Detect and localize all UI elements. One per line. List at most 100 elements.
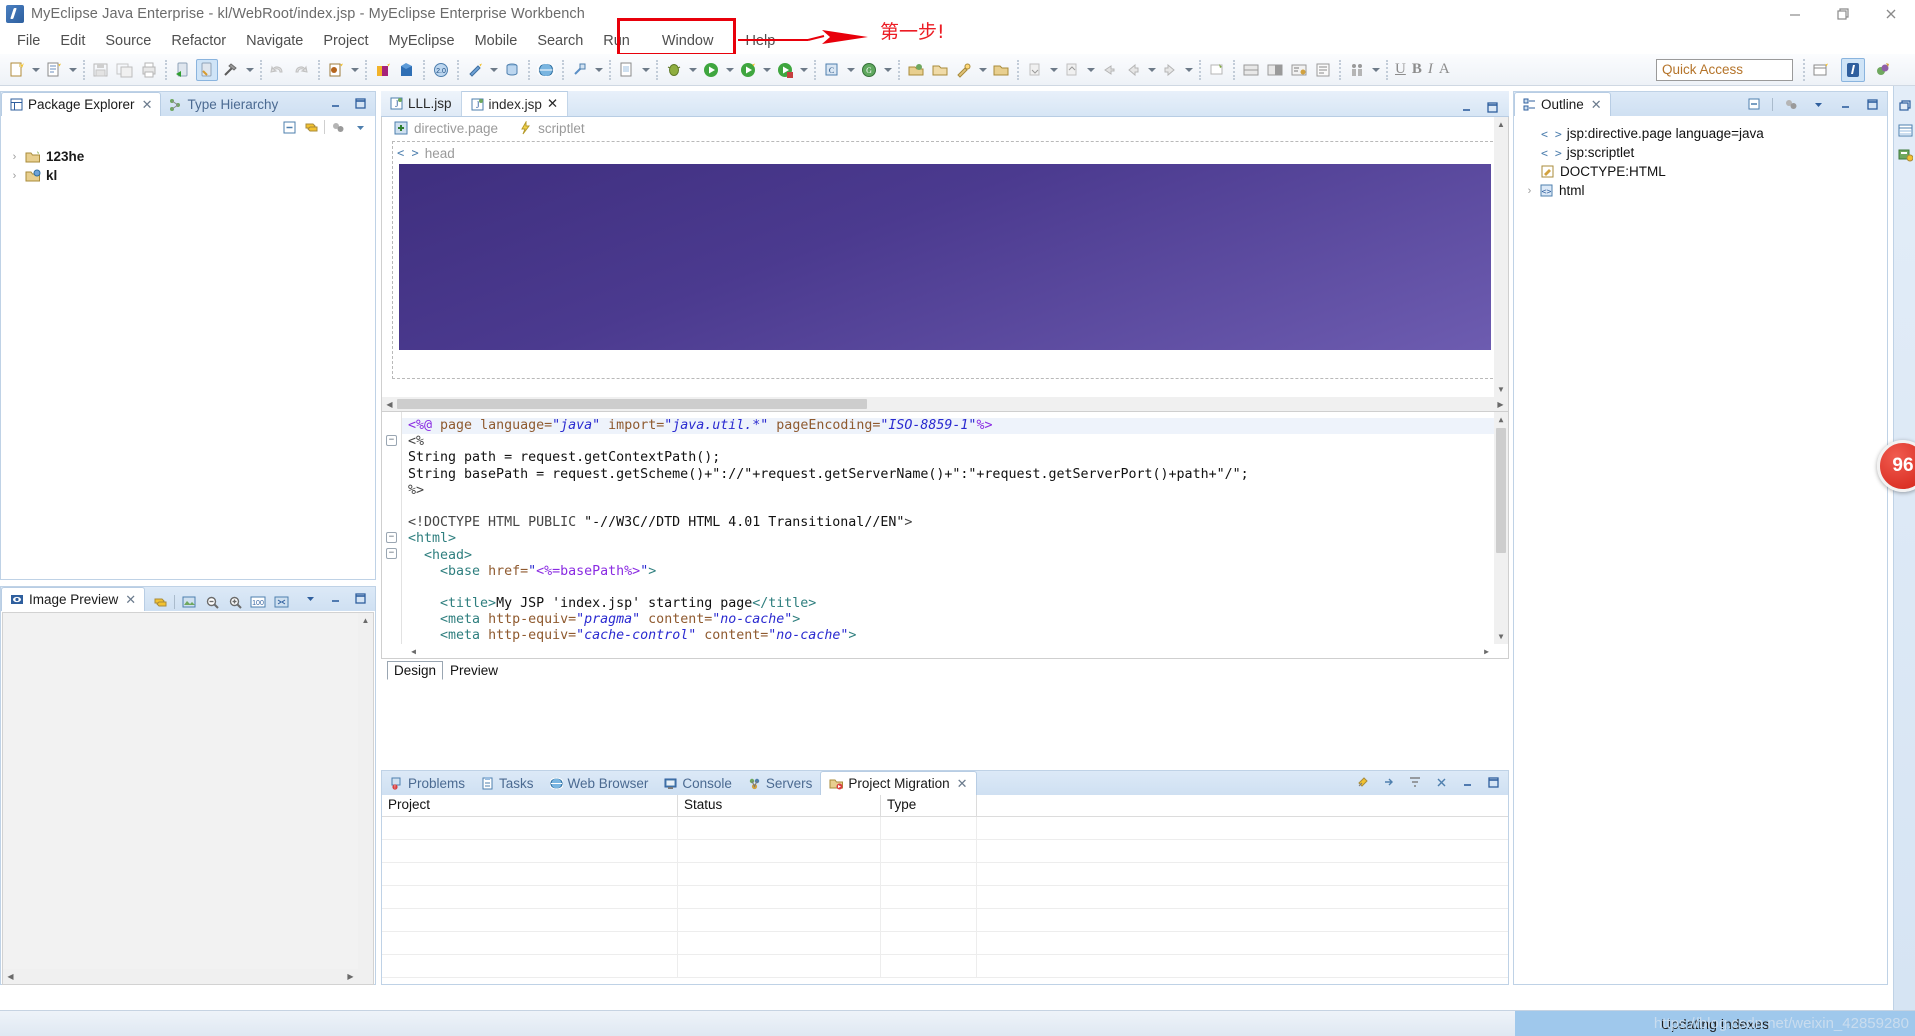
maximize-button[interactable] (351, 589, 369, 607)
view-menu-button[interactable] (351, 118, 369, 136)
open-image-button[interactable] (180, 593, 198, 611)
menu-refactor[interactable]: Refactor (161, 30, 236, 52)
underline-button[interactable]: U (1392, 61, 1409, 78)
tab-project-migration[interactable]: Project Migration ✕ (820, 771, 977, 795)
zoom-in-button[interactable] (226, 593, 244, 611)
package-button[interactable] (396, 59, 418, 81)
next-annotation-dropdown[interactable] (1047, 59, 1060, 81)
minimize-button[interactable] (1836, 95, 1854, 113)
maximize-button[interactable] (1863, 95, 1881, 113)
filters-button[interactable] (1782, 95, 1800, 113)
new-annotation-dropdown[interactable] (881, 59, 894, 81)
tab-console[interactable]: Console (656, 771, 740, 795)
code-line[interactable]: <% (382, 434, 1508, 450)
open-resource-button[interactable] (929, 59, 951, 81)
tab-image-preview[interactable]: Image Preview ✕ (1, 587, 146, 611)
link-with-editor-button[interactable] (302, 118, 320, 136)
run-as-dropdown[interactable] (760, 59, 773, 81)
fold-toggle[interactable]: − (386, 435, 397, 446)
new-wizard-dropdown[interactable] (29, 59, 42, 81)
web-browser-button[interactable] (535, 59, 557, 81)
redo-button[interactable] (291, 59, 313, 81)
table-row[interactable] (382, 840, 1508, 863)
scroll-thumb[interactable] (1496, 428, 1506, 553)
link-with-editor-button[interactable] (151, 593, 169, 611)
scroll-thumb[interactable] (397, 399, 867, 409)
forward-button[interactable] (1159, 59, 1181, 81)
next-button[interactable] (1380, 773, 1398, 791)
minimize-button[interactable] (326, 94, 344, 112)
team-synchronize-dropdown[interactable] (1369, 59, 1382, 81)
menu-navigate[interactable]: Navigate (236, 30, 313, 52)
scroll-down-button[interactable]: ▼ (1494, 382, 1508, 397)
tree-item-123he[interactable]: › 123he (1, 147, 375, 166)
forward-dropdown[interactable] (1182, 59, 1195, 81)
tab-type-hierarchy[interactable]: Type Hierarchy (161, 92, 286, 116)
new-file-button[interactable] (616, 59, 638, 81)
external-tools-dropdown[interactable] (592, 59, 605, 81)
layout-horizontal-button[interactable] (1240, 59, 1262, 81)
new-file-dropdown[interactable] (639, 59, 652, 81)
image-preview-scrollbar-vertical[interactable]: ▲ ▼ (358, 613, 373, 984)
team-synchronize-button[interactable] (1346, 59, 1368, 81)
image-preview-scrollbar-horizontal[interactable]: ◀ ▶ (3, 969, 373, 984)
server-button[interactable]: 2.0 (430, 59, 452, 81)
outline-item-directive-page[interactable]: < > jsp:directive.page language=java (1514, 124, 1887, 143)
collapse-all-button[interactable] (1745, 95, 1763, 113)
actual-size-button[interactable]: 100 (249, 593, 267, 611)
source-view[interactable]: − − − <%@ page language="java" import="j… (381, 412, 1509, 659)
menu-source[interactable]: Source (95, 30, 161, 52)
minimize-button[interactable] (1458, 773, 1476, 791)
save-button[interactable] (90, 59, 112, 81)
myeclipse-tool-dropdown[interactable] (487, 59, 500, 81)
scroll-right-button[interactable]: ▶ (1479, 644, 1494, 658)
design-view-scrollbar-vertical[interactable]: ▲ ▼ (1494, 117, 1508, 397)
run-as-button[interactable] (737, 59, 759, 81)
design-view-scrollbar-horizontal[interactable]: ◀ ▶ (382, 397, 1508, 411)
new-class-dropdown[interactable] (844, 59, 857, 81)
run-configurations-dropdown[interactable] (797, 59, 810, 81)
tab-web-browser[interactable]: Web Browser (542, 771, 657, 795)
menu-file[interactable]: File (7, 30, 50, 52)
debug-button[interactable] (663, 59, 685, 81)
fold-toggle[interactable]: − (386, 548, 397, 559)
code-line[interactable]: <%@ page language="java" import="java.ut… (382, 418, 1508, 435)
run-dropdown[interactable] (723, 59, 736, 81)
maximize-button[interactable] (1483, 98, 1501, 116)
debug-dropdown[interactable] (686, 59, 699, 81)
new-wizard-button[interactable] (6, 59, 28, 81)
code-line[interactable]: %> (382, 483, 1508, 499)
tab-package-explorer[interactable]: Package Explorer ✕ (1, 92, 162, 116)
external-tools-button[interactable] (569, 59, 591, 81)
column-header-project[interactable]: Project (382, 795, 678, 816)
back-button[interactable] (1122, 59, 1144, 81)
scroll-up-button[interactable]: ▲ (1494, 412, 1508, 427)
menu-mobile[interactable]: Mobile (465, 30, 528, 52)
menu-project[interactable]: Project (313, 30, 378, 52)
scroll-left-button[interactable]: ◀ (3, 969, 18, 984)
scroll-right-button[interactable]: ▶ (1493, 397, 1508, 411)
design-view[interactable]: directive.page scriptlet < > head ◀ ▶ ▲ … (381, 117, 1509, 412)
deploy-button[interactable] (372, 59, 394, 81)
editor-tab-index-jsp[interactable]: J index.jsp ✕ (461, 91, 569, 116)
collapse-all-button[interactable] (280, 118, 298, 136)
restore-button[interactable] (1819, 0, 1867, 27)
code-line[interactable]: <head> (382, 548, 1508, 564)
undo-button[interactable] (267, 59, 289, 81)
fit-to-window-button[interactable] (272, 593, 290, 611)
font-size-button[interactable]: A (1436, 61, 1453, 78)
column-header-status[interactable]: Status (678, 795, 881, 816)
column-header-type[interactable]: Type (881, 795, 977, 816)
source-scrollbar-horizontal[interactable]: ◀ ▶ (382, 644, 1508, 658)
tab-preview[interactable]: Preview (443, 661, 506, 680)
package-explorer-tree[interactable]: › 123he › kl (1, 138, 375, 570)
code-line[interactable] (382, 499, 1508, 515)
close-icon[interactable]: ✕ (957, 776, 968, 792)
menu-myeclipse[interactable]: MyEclipse (379, 30, 465, 52)
scroll-up-button[interactable]: ▲ (358, 613, 373, 628)
perspective-java-enterprise-button[interactable] (1841, 58, 1865, 82)
close-icon[interactable]: ✕ (547, 96, 558, 112)
toggle-mark-occurrences-button[interactable] (1288, 59, 1310, 81)
view-menu-button[interactable] (1809, 95, 1827, 113)
build-button[interactable] (172, 59, 194, 81)
